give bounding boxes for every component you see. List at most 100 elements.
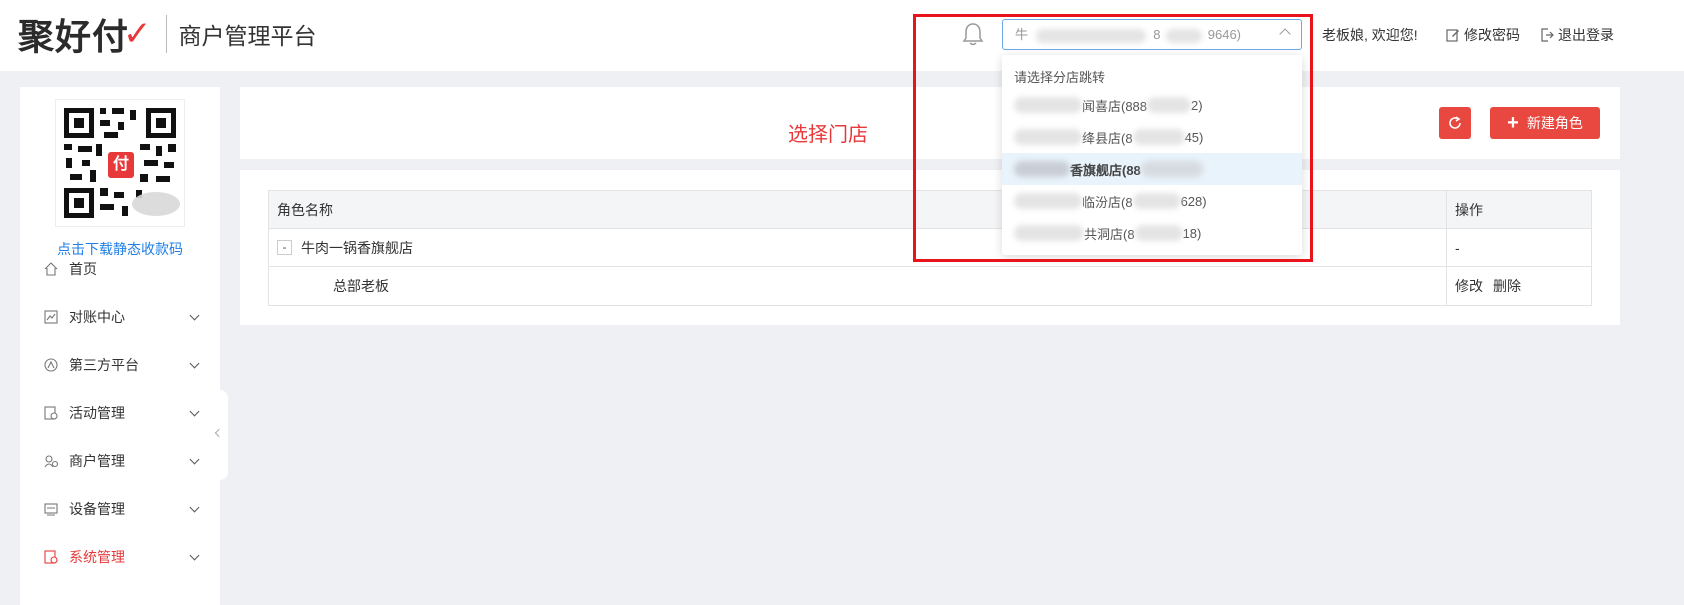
redacted-text	[1014, 225, 1084, 241]
roles-table: 角色名称 操作 - 牛肉一锅香旗舰店 - 总部老板 修改 删除	[268, 190, 1592, 306]
chevron-down-icon	[189, 358, 200, 369]
sidebar-item-label: 系统管理	[69, 549, 125, 565]
top-header: 聚好付 ✓ 商户管理平台 牛 8 9646) 老板娘, 欢迎您! 修改密码 退出…	[0, 0, 1684, 71]
sidebar-item-label: 首页	[69, 261, 97, 277]
dropdown-option-store[interactable]: 绛县店(8 45)	[1002, 121, 1302, 153]
chevron-down-icon	[189, 550, 200, 561]
redacted-text	[1014, 97, 1082, 113]
store-option-label: 香旗舰店(88	[1070, 162, 1141, 178]
platform-icon	[43, 357, 59, 373]
chevron-down-icon	[189, 454, 200, 465]
refresh-button[interactable]	[1439, 107, 1471, 139]
redacted-text	[1014, 161, 1070, 177]
store-option-suffix: 628)	[1180, 193, 1207, 209]
actions-cell: 修改 删除	[1447, 267, 1591, 305]
new-role-button[interactable]: + 新建角色	[1490, 107, 1600, 139]
table-header-row: 角色名称 操作	[269, 191, 1591, 229]
redacted-text	[1132, 193, 1181, 209]
redacted-text	[1140, 161, 1203, 177]
redacted-text	[1166, 28, 1203, 43]
store-select-suffix: 9646)	[1207, 27, 1241, 42]
edit-icon	[1446, 29, 1459, 42]
redacted-text	[1014, 129, 1082, 145]
sidebar-item-reconciliation[interactable]: 对账中心	[20, 297, 220, 337]
plus-icon: +	[1507, 112, 1519, 134]
sidebar-item-home[interactable]: 首页	[20, 249, 220, 289]
store-option-suffix: 18)	[1182, 225, 1202, 241]
sidebar-item-third-party[interactable]: 第三方平台	[20, 345, 220, 385]
dropdown-option-store[interactable]: 临汾店(8 628)	[1002, 185, 1302, 217]
store-select-mid: 8	[1153, 27, 1161, 42]
delete-role-link[interactable]: 删除	[1493, 276, 1521, 296]
store-option-label: 闻喜店(888	[1082, 98, 1148, 114]
platform-name: 商户管理平台	[178, 23, 317, 49]
store-option-label: 共洞店(8	[1084, 226, 1135, 242]
merchant-icon	[43, 453, 59, 469]
logout-label: 退出登录	[1558, 27, 1614, 43]
chevron-left-icon	[214, 428, 224, 438]
redacted-text	[1035, 28, 1146, 43]
store-option-suffix: 2)	[1191, 97, 1203, 113]
new-role-label: 新建角色	[1526, 115, 1583, 131]
chevron-down-icon	[189, 502, 200, 513]
store-option-label: 临汾店(8	[1082, 194, 1133, 210]
logo-check-icon: ✓	[123, 15, 152, 53]
brand-logo[interactable]: 聚好付 ✓ 商户管理平台	[18, 10, 317, 58]
sidebar-item-label: 对账中心	[69, 309, 125, 325]
sidebar: 付 点击下载静态收款码 首页 对账中心 第三方平台 活动管理 商户管理 设备管理…	[20, 87, 220, 605]
sidebar-item-system[interactable]: 系统管理	[20, 537, 220, 577]
store-option-suffix: 45)	[1184, 129, 1204, 145]
sidebar-item-label: 商户管理	[69, 453, 125, 469]
chevron-up-icon	[1279, 28, 1291, 40]
toolbar-card: 选择门店 + 新建角色	[240, 87, 1620, 159]
dropdown-option-store[interactable]: 共洞店(8 18)	[1002, 217, 1302, 249]
collapse-toggle[interactable]: -	[277, 240, 292, 255]
system-icon	[43, 549, 59, 565]
change-password-link[interactable]: 修改密码	[1446, 25, 1520, 45]
logout-link[interactable]: 退出登录	[1540, 25, 1614, 45]
redacted-text	[1134, 225, 1183, 241]
actions-cell: -	[1455, 239, 1460, 256]
refresh-icon	[1449, 116, 1461, 129]
sidebar-collapse-handle[interactable]	[214, 390, 228, 480]
store-select-prefix: 牛	[1015, 27, 1029, 42]
pay-badge-icon: 付	[108, 152, 134, 178]
qr-code[interactable]: 付	[55, 99, 185, 227]
role-name: 总部老板	[333, 278, 389, 294]
role-name-cell: 总部老板	[269, 267, 1447, 305]
role-group-name: 牛肉一锅香旗舰店	[301, 239, 413, 256]
sidebar-item-activity[interactable]: 活动管理	[20, 393, 220, 433]
sidebar-item-label: 设备管理	[69, 501, 125, 517]
chart-icon	[43, 309, 59, 325]
chevron-down-icon	[189, 310, 200, 321]
store-dropdown-menu: 请选择分店跳转 闻喜店(888 2) 绛县店(8 45) 香旗舰店(88 临汾店…	[1002, 55, 1302, 255]
logout-icon	[1541, 28, 1554, 42]
dropdown-header: 请选择分店跳转	[1014, 70, 1106, 85]
sidebar-item-device[interactable]: 设备管理	[20, 489, 220, 529]
redacted-text	[1014, 193, 1082, 209]
dropdown-option-store[interactable]: 闻喜店(888 2)	[1002, 89, 1302, 121]
redacted-text	[1132, 129, 1185, 145]
device-icon	[43, 501, 59, 517]
sidebar-item-label: 活动管理	[69, 405, 125, 421]
dropdown-option-store-selected[interactable]: 香旗舰店(88	[1002, 153, 1302, 185]
table-row: - 牛肉一锅香旗舰店 -	[269, 229, 1591, 267]
change-password-label: 修改密码	[1464, 27, 1520, 43]
column-header-actions: 操作	[1455, 201, 1483, 218]
sidebar-item-label: 第三方平台	[69, 357, 139, 373]
annotation-label: 选择门店	[788, 124, 868, 146]
user-greeting: 老板娘, 欢迎您!	[1322, 27, 1418, 43]
logo-text: 聚好付	[18, 17, 130, 58]
chevron-down-icon	[189, 406, 200, 417]
edit-role-link[interactable]: 修改	[1455, 276, 1483, 296]
sidebar-item-merchant[interactable]: 商户管理	[20, 441, 220, 481]
store-option-label: 绛县店(8	[1082, 130, 1133, 146]
notification-bell-icon[interactable]	[962, 22, 984, 46]
activity-icon	[43, 405, 59, 421]
logo-divider	[165, 15, 167, 53]
table-row: 总部老板 修改 删除	[269, 267, 1591, 305]
store-select[interactable]: 牛 8 9646)	[1002, 19, 1302, 50]
home-icon	[43, 261, 59, 277]
roles-table-card: 角色名称 操作 - 牛肉一锅香旗舰店 - 总部老板 修改 删除	[240, 170, 1620, 325]
redacted-text	[1147, 97, 1192, 113]
